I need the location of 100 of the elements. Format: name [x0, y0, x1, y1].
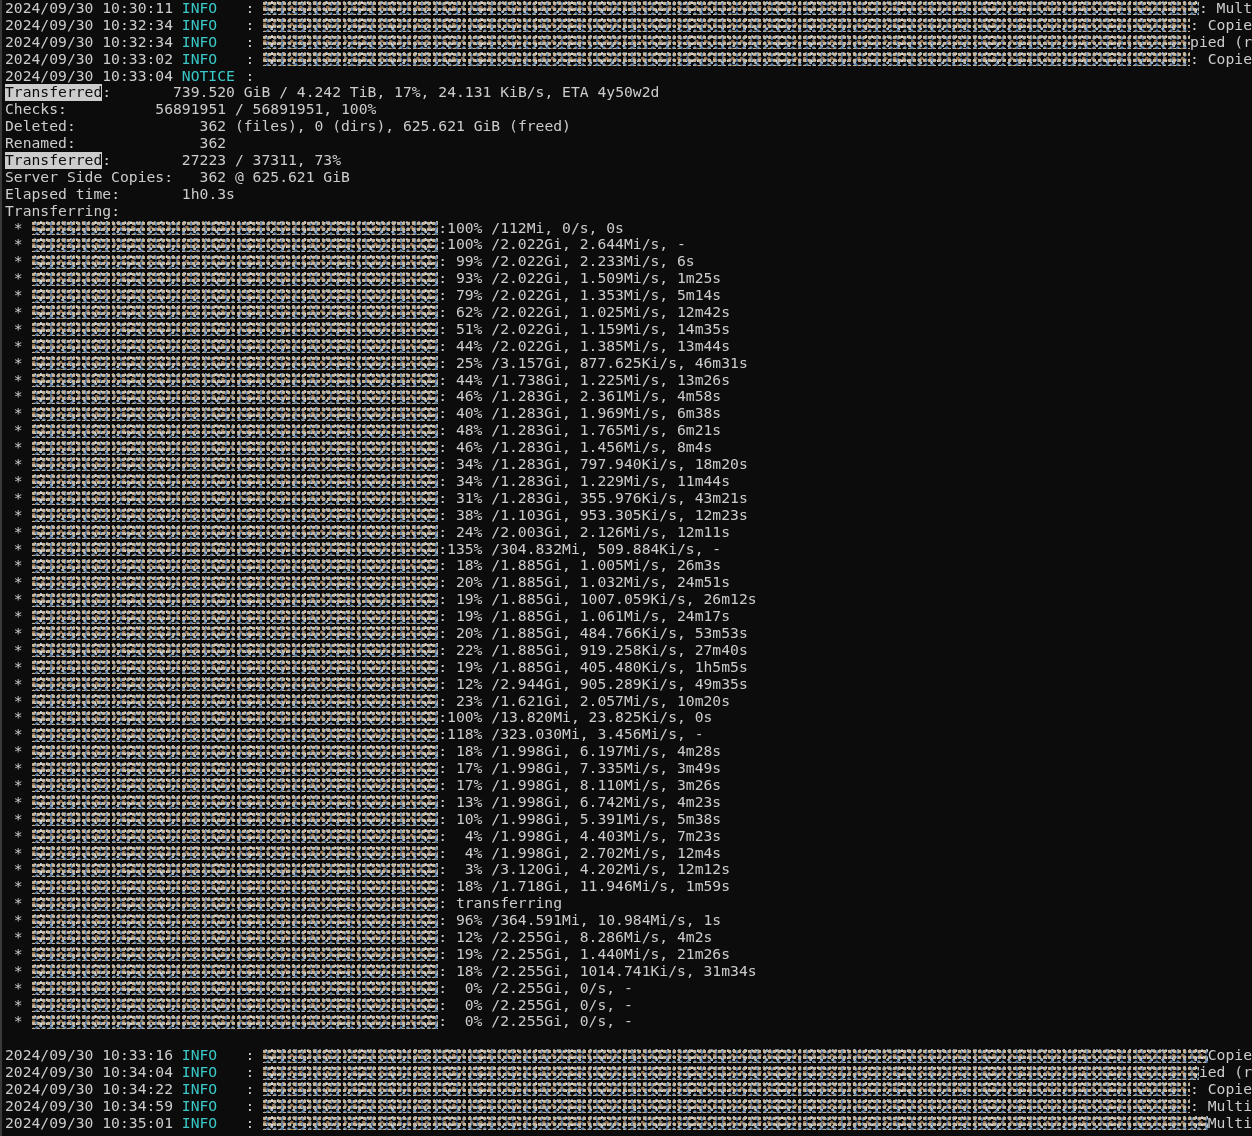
stat-value: : 362 (files), 0 (dirs), 625.621 GiB (freed) [66, 118, 571, 136]
log-message: Copie [1207, 1047, 1252, 1065]
bullet: * [13, 270, 24, 288]
bullet: * [13, 912, 24, 929]
log-message: ied (r [1198, 1064, 1252, 1081]
bullet: * [13, 776, 24, 794]
log-separator: : [245, 67, 255, 85]
stat-value: : 27223 / 37311, 73% [102, 152, 342, 169]
transfer-stats-text: : 18% /1.718Gi, 11.946Mi/s, 1m59s [438, 878, 731, 896]
log-separator: : [245, 33, 255, 51]
transfer-stats-text: : 99% /2.022Gi, 2.233Mi/s, 6s [438, 253, 695, 271]
transfer-stats-text: : 18% /1.998Gi, 6.197Mi/s, 4m28s [438, 743, 722, 761]
transfer-stats-text: :135% /304.832Mi, 509.884Ki/s, - [438, 540, 722, 558]
transfer-stats-text: : 25% /3.157Gi, 877.625Ki/s, 46m31s [438, 354, 748, 372]
log-separator: : [245, 16, 255, 34]
transfer-stats-text: : 12% /2.255Gi, 8.286Mi/s, 4m2s [438, 929, 713, 946]
stat-value: : 1h0.3s [111, 185, 235, 203]
stat-label: Deleted [5, 118, 67, 136]
stat-label: Checks [5, 101, 59, 119]
bullet: * [13, 354, 24, 372]
log-timestamp: 2024/09/30 10:34:04 [5, 1064, 173, 1081]
transfer-stats-text: : 3% /3.120Gi, 4.202Mi/s, 12m12s [438, 861, 731, 879]
stat-value: : 362 @ 625.621 GiB [164, 168, 350, 186]
log-separator: : [245, 1064, 255, 1081]
bullet: * [13, 422, 24, 440]
bullet: * [13, 456, 24, 473]
transfer-stats-text: : 44% /2.022Gi, 1.385Mi/s, 13m44s [438, 337, 731, 355]
bullet: * [13, 996, 24, 1014]
bullet: * [13, 304, 24, 321]
transfer-stats-text: : 23% /1.621Gi, 2.057Mi/s, 10m20s [438, 692, 731, 710]
bullet: * [13, 472, 24, 490]
bullet: * [13, 979, 24, 997]
transfer-stats-text: : transferring [438, 895, 563, 913]
transfer-stats-text: : 24% /2.003Gi, 2.126Mi/s, 12m11s [438, 523, 731, 541]
bullet: * [13, 962, 24, 980]
log-message: : Copie [1190, 1081, 1252, 1098]
bullet: * [13, 236, 24, 254]
log-level: INFO [181, 1064, 219, 1081]
transfer-stats-text: : 17% /1.998Gi, 7.335Mi/s, 3m49s [438, 760, 722, 777]
bullet: * [13, 878, 24, 896]
bullet: * [13, 624, 24, 642]
log-timestamp: 2024/09/30 10:32:34 [5, 33, 173, 51]
log-message: pied (r [1190, 33, 1252, 51]
bullet: * [13, 945, 24, 963]
transfer-stats-text: : 34% /1.283Gi, 797.940Ki/s, 18m20s [438, 456, 748, 473]
bullet: * [13, 388, 24, 406]
transfer-stats-text: : 48% /1.283Gi, 1.765Mi/s, 6m21s [438, 422, 722, 440]
transfer-stats-text: :100% /13.820Mi, 23.825Ki/s, 0s [438, 709, 713, 727]
log-timestamp: 2024/09/30 10:30:11 [5, 0, 173, 17]
transfer-stats-text: : 0% /2.255Gi, 0/s, - [438, 996, 633, 1014]
transfer-stats-text: : 96% /364.591Mi, 10.984Mi/s, 1s [438, 912, 722, 929]
log-level: NOTICE [181, 67, 236, 85]
log-separator: : [245, 0, 255, 17]
transfer-stats-text: : 17% /1.998Gi, 8.110Mi/s, 3m26s [438, 776, 722, 794]
bullet: * [13, 439, 24, 457]
bullet: * [13, 591, 24, 609]
bullet: * [13, 523, 24, 541]
transfer-stats-text: : 40% /1.283Gi, 1.969Mi/s, 6m38s [438, 405, 722, 423]
transfer-stats-text: : 10% /1.998Gi, 5.391Mi/s, 5m38s [438, 810, 722, 828]
transfer-stats-text: : 19% /1.885Gi, 1.061Mi/s, 24m17s [438, 608, 731, 625]
log-level: INFO [181, 33, 219, 51]
log-level: INFO [181, 16, 219, 34]
bullet: * [13, 557, 24, 575]
transfer-stats-text: : 18% /1.885Gi, 1.005Mi/s, 26m3s [438, 557, 722, 575]
transfer-stats-text: : 31% /1.283Gi, 355.976Ki/s, 43m21s [438, 489, 748, 507]
bullet: * [13, 253, 24, 271]
stat-label: Transferred [5, 152, 103, 169]
log-level: INFO [181, 50, 219, 68]
bullet: * [13, 540, 24, 558]
transfer-stats-text: : 19% /2.255Gi, 1.440Mi/s, 21m26s [438, 945, 731, 963]
bullet: * [13, 861, 24, 879]
transfer-stats-text: : 22% /1.885Gi, 919.258Ki/s, 27m40s [438, 641, 748, 659]
bullet: * [13, 844, 24, 862]
transfer-stats-text: : 18% /2.255Gi, 1014.741Ki/s, 31m34s [438, 962, 757, 980]
log-timestamp: 2024/09/30 10:33:16 [5, 1047, 173, 1065]
stat-value: : 56891951 / 56891951, 100% [58, 101, 377, 119]
bullet: * [13, 506, 24, 524]
stat-value: : 362 [66, 135, 227, 153]
log-level: INFO [181, 1097, 219, 1115]
transfer-stats-text: :100% /2.022Gi, 2.644Mi/s, - [438, 236, 686, 254]
log-message: : Copie [1190, 50, 1252, 68]
stat-value: : 739.520 GiB / 4.242 TiB, 17%, 24.131 KiB/s, ETA 4y50w2d [102, 84, 660, 102]
bullet: * [13, 641, 24, 659]
log-message: : Copie [1190, 16, 1252, 34]
log-separator: : [245, 50, 255, 68]
bullet: * [13, 895, 24, 913]
bullet: * [13, 1013, 24, 1031]
log-level: INFO [181, 1047, 219, 1065]
transfer-stats-text: : 12% /2.944Gi, 905.289Ki/s, 49m35s [438, 675, 748, 693]
transfer-stats-text: : 19% /1.885Gi, 405.480Ki/s, 1h5m5s [438, 658, 748, 676]
transfer-stats-text: : 4% /1.998Gi, 2.702Mi/s, 12m4s [438, 844, 722, 862]
bullet: * [13, 760, 24, 777]
log-separator: : [245, 1047, 255, 1065]
transfer-stats-text: : 20% /1.885Gi, 1.032Mi/s, 24m51s [438, 574, 731, 592]
log-level: INFO [181, 0, 219, 17]
transfer-stats-text: : 0% /2.255Gi, 0/s, - [438, 979, 633, 997]
stat-label: Elapsed time [5, 185, 112, 203]
bullet: * [13, 810, 24, 828]
transfer-stats-text: : 62% /2.022Gi, 1.025Mi/s, 12m42s [438, 304, 731, 321]
transfer-stats-text: : 34% /1.283Gi, 1.229Mi/s, 11m44s [438, 472, 731, 490]
